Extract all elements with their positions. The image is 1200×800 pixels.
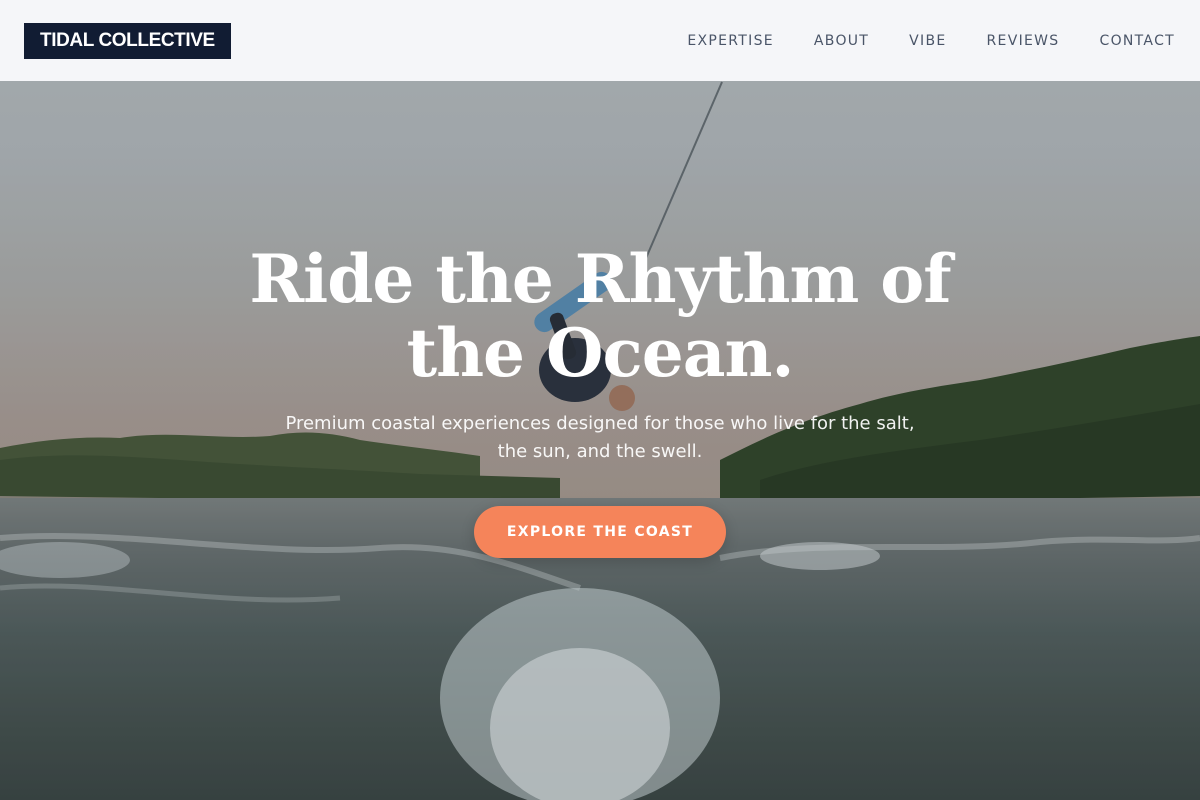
hero-section: Ride the Rhythm of the Ocean. Premium co…: [0, 242, 1200, 558]
logo[interactable]: TIDAL COLLECTIVE: [24, 22, 231, 59]
main-nav: EXPERTISE ABOUT VIBE REVIEWS CONTACT: [687, 33, 1175, 49]
nav-link-about[interactable]: ABOUT: [814, 33, 869, 49]
nav-link-vibe[interactable]: VIBE: [909, 33, 946, 49]
site-header: TIDAL COLLECTIVE EXPERTISE ABOUT VIBE RE…: [0, 0, 1200, 81]
landing-page: TIDAL COLLECTIVE EXPERTISE ABOUT VIBE RE…: [0, 0, 1200, 800]
nav-link-expertise[interactable]: EXPERTISE: [687, 33, 774, 49]
nav-link-contact[interactable]: CONTACT: [1100, 33, 1176, 49]
nav-link-reviews[interactable]: REVIEWS: [987, 33, 1060, 49]
explore-coast-button[interactable]: EXPLORE THE COAST: [474, 506, 726, 558]
hero-title: Ride the Rhythm of the Ocean.: [249, 240, 951, 392]
hero-subtitle: Premium coastal experiences designed for…: [285, 413, 915, 462]
